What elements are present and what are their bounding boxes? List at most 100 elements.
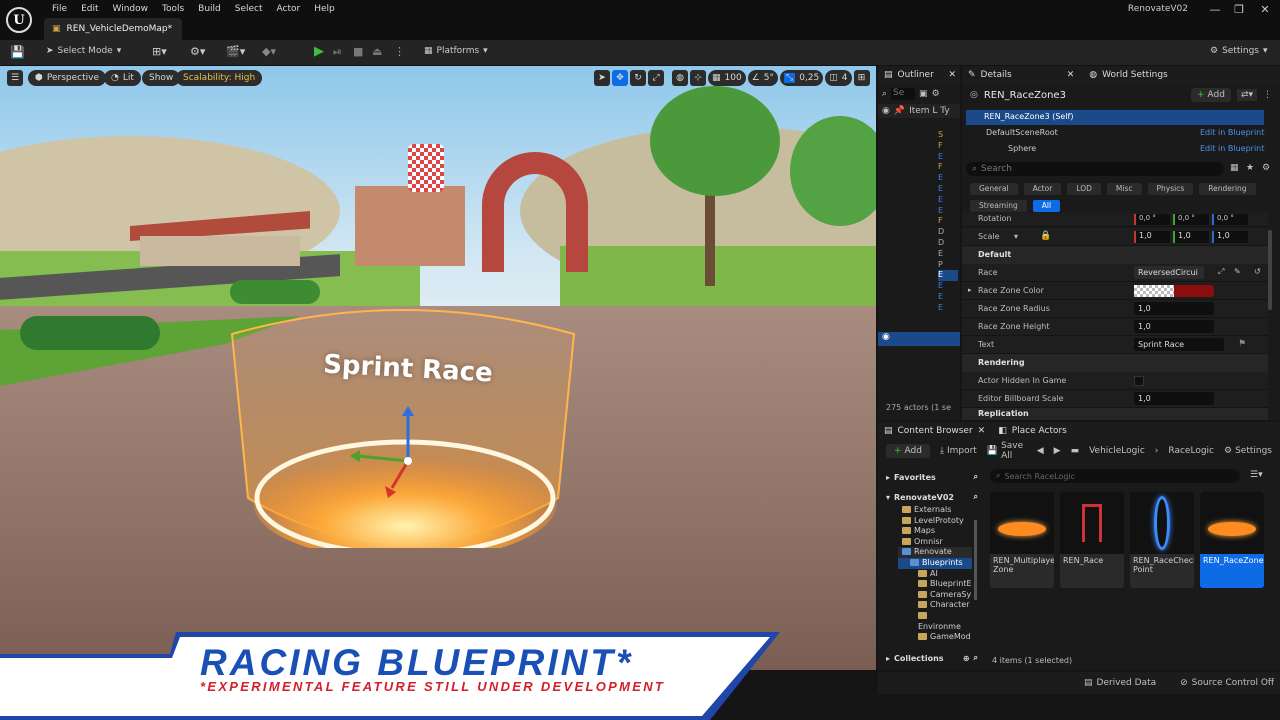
scale-z-field[interactable]: 1,0 xyxy=(1212,231,1248,243)
select-icon[interactable]: ➤ xyxy=(594,70,610,86)
rotation-x-field[interactable]: 0,0 ° xyxy=(1134,214,1170,225)
tree-item[interactable]: Externals xyxy=(898,505,972,516)
menu-help[interactable]: Help xyxy=(307,3,342,15)
outliner-row[interactable]: E xyxy=(938,184,958,195)
text-field[interactable]: Sprint Race xyxy=(1134,338,1224,351)
chevron-right-icon[interactable]: ▸ xyxy=(968,286,972,294)
edit-in-blueprint-link[interactable]: Edit in Blueprint xyxy=(1200,144,1264,153)
eject-icon[interactable]: ⏏ xyxy=(372,45,382,58)
category-default[interactable]: Default xyxy=(962,246,1268,264)
outliner-selected-row[interactable]: ◉ xyxy=(878,332,960,346)
color-swatch[interactable] xyxy=(1174,285,1214,297)
filter-icon[interactable]: ☰▾ xyxy=(1250,470,1263,480)
menu-tools[interactable]: Tools xyxy=(155,3,191,15)
transform-gizmo[interactable] xyxy=(350,406,430,501)
race-dropdown[interactable]: ReversedCircui xyxy=(1134,266,1204,279)
filter-actor[interactable]: Actor xyxy=(1023,183,1062,195)
globe-icon[interactable]: ◍ xyxy=(672,70,688,86)
table-view-icon[interactable]: ▦ xyxy=(1230,163,1239,173)
category-rendering[interactable]: Rendering xyxy=(962,354,1268,372)
camera-speed-button[interactable]: ◫ 4 xyxy=(825,70,852,86)
show-button[interactable]: Show xyxy=(142,70,181,86)
search-icon[interactable]: ⌕ xyxy=(974,472,978,482)
select-mode-dropdown[interactable]: ➤ Select Mode ▾ xyxy=(46,46,121,56)
content-browser-tab[interactable]: Content Browser xyxy=(898,426,973,436)
component-self[interactable]: REN_RaceZone3 (Self) xyxy=(966,110,1264,125)
lit-button[interactable]: ◔ Lit xyxy=(104,70,141,86)
color-swatch-alpha[interactable] xyxy=(1134,285,1174,297)
browse-icon[interactable]: ⤢ xyxy=(1218,267,1224,277)
blueprint-icon[interactable]: ⚙▾ xyxy=(190,45,205,58)
breadcrumb-vehiclelogic[interactable]: VehicleLogic xyxy=(1089,446,1145,456)
scale-snap-button[interactable]: ⤡ 0,25 xyxy=(780,70,824,86)
filter-all[interactable]: All xyxy=(1032,200,1061,212)
more-icon[interactable]: ⋮ xyxy=(1263,90,1272,100)
outliner-row[interactable]: E xyxy=(938,173,958,184)
filter-lod[interactable]: LOD xyxy=(1067,183,1101,195)
gear-icon[interactable]: ⚙ xyxy=(932,89,940,99)
menu-select[interactable]: Select xyxy=(228,3,270,15)
eyedropper-icon[interactable]: ✎ xyxy=(1234,267,1241,276)
content-settings-button[interactable]: ⚙ Settings xyxy=(1224,446,1272,456)
project-root-header[interactable]: ▾ RenovateV02 ⌕ xyxy=(886,490,978,504)
outliner-row[interactable]: E xyxy=(938,292,958,303)
maximize-icon[interactable]: ❐ xyxy=(1226,2,1252,18)
billboard-scale-field[interactable]: 1,0 xyxy=(1134,392,1214,405)
filter-general[interactable]: General xyxy=(970,183,1018,195)
derived-data-button[interactable]: ▤ Derived Data xyxy=(1084,678,1156,688)
tree-item[interactable]: Blueprints xyxy=(898,557,972,569)
content-search-input[interactable]: ⌕ Search RaceLogic xyxy=(990,469,1240,483)
filter-misc[interactable]: Misc xyxy=(1106,183,1142,195)
hamburger-icon[interactable]: ☰ xyxy=(7,70,23,86)
tree-scrollbar[interactable] xyxy=(974,520,977,600)
outliner-row[interactable]: E xyxy=(938,195,958,206)
add-folder-icon[interactable]: ▣ xyxy=(919,89,928,99)
blueprint-options-icon[interactable]: ⇄▾ xyxy=(1236,89,1257,101)
component-sphere[interactable]: Sphere xyxy=(1008,144,1036,153)
angle-snap-button[interactable]: ∠ 5° xyxy=(747,70,779,86)
outliner-row[interactable]: E xyxy=(938,249,958,260)
level-viewport[interactable]: Sprint Race ☰ ⬢ Perspective ◔ Lit Show S… xyxy=(0,66,876,670)
asset-tile[interactable]: REN_Race xyxy=(1060,492,1124,588)
rotation-y-field[interactable]: 0,0 ° xyxy=(1173,214,1209,225)
back-icon[interactable]: ◀ xyxy=(1037,446,1044,456)
tree-item[interactable]: BlueprintE xyxy=(898,579,972,590)
outliner-row[interactable]: D xyxy=(938,238,958,249)
edit-in-blueprint-link[interactable]: Edit in Blueprint xyxy=(1200,128,1264,137)
grid-snap-button[interactable]: ▦ 100 xyxy=(708,70,746,86)
tree-item[interactable]: Character xyxy=(898,600,972,611)
menu-actor[interactable]: Actor xyxy=(270,3,308,15)
import-button[interactable]: ⤓ Import xyxy=(940,446,977,456)
cinematics-icon[interactable]: 🎬▾ xyxy=(226,45,245,58)
menu-edit[interactable]: Edit xyxy=(74,3,105,15)
tree-item[interactable]: Maps xyxy=(898,526,972,537)
gear-icon[interactable]: ⚙ xyxy=(1262,163,1270,173)
asset-tile[interactable]: REN_Multiplayer Zone xyxy=(990,492,1054,588)
scale-y-field[interactable]: 1,0 xyxy=(1173,231,1209,243)
search-icon[interactable]: ⌕ xyxy=(974,653,978,663)
filter-streaming[interactable]: Streaming xyxy=(970,200,1027,212)
place-actors-tab[interactable]: Place Actors xyxy=(1012,426,1067,436)
menu-window[interactable]: Window xyxy=(106,3,156,15)
outliner-row[interactable]: F xyxy=(938,216,958,227)
breadcrumb-racelogic[interactable]: RaceLogic xyxy=(1168,446,1214,456)
play-icon[interactable]: ▶ xyxy=(314,44,324,59)
forward-icon[interactable]: ▶ xyxy=(1054,446,1061,456)
close-icon[interactable]: ✕ xyxy=(1067,70,1075,80)
race-zone-height-field[interactable]: 1,0 xyxy=(1134,320,1214,333)
localization-flag-icon[interactable]: ⚑ xyxy=(1238,339,1246,349)
scalability-button[interactable]: Scalability: High xyxy=(176,70,263,86)
outliner-row[interactable]: P xyxy=(938,260,958,271)
tree-item[interactable]: Environme xyxy=(898,611,972,632)
outliner-search-input[interactable]: Se xyxy=(891,88,916,100)
search-icon[interactable]: ⌕ xyxy=(974,492,978,502)
save-all-button[interactable]: 💾 Save All xyxy=(987,441,1027,461)
outliner-row[interactable]: E xyxy=(938,281,958,292)
actor-hidden-checkbox[interactable] xyxy=(1134,376,1144,386)
scale-icon[interactable]: ⤢ xyxy=(648,70,664,86)
rotation-z-field[interactable]: 0,0 ° xyxy=(1212,214,1248,225)
tree-item[interactable]: Omnisr xyxy=(898,537,972,548)
move-icon[interactable]: ✥ xyxy=(612,70,628,86)
collections-header[interactable]: ▸ Collections ⊕ ⌕ xyxy=(886,651,978,665)
category-replication[interactable]: Replication xyxy=(962,408,1268,420)
